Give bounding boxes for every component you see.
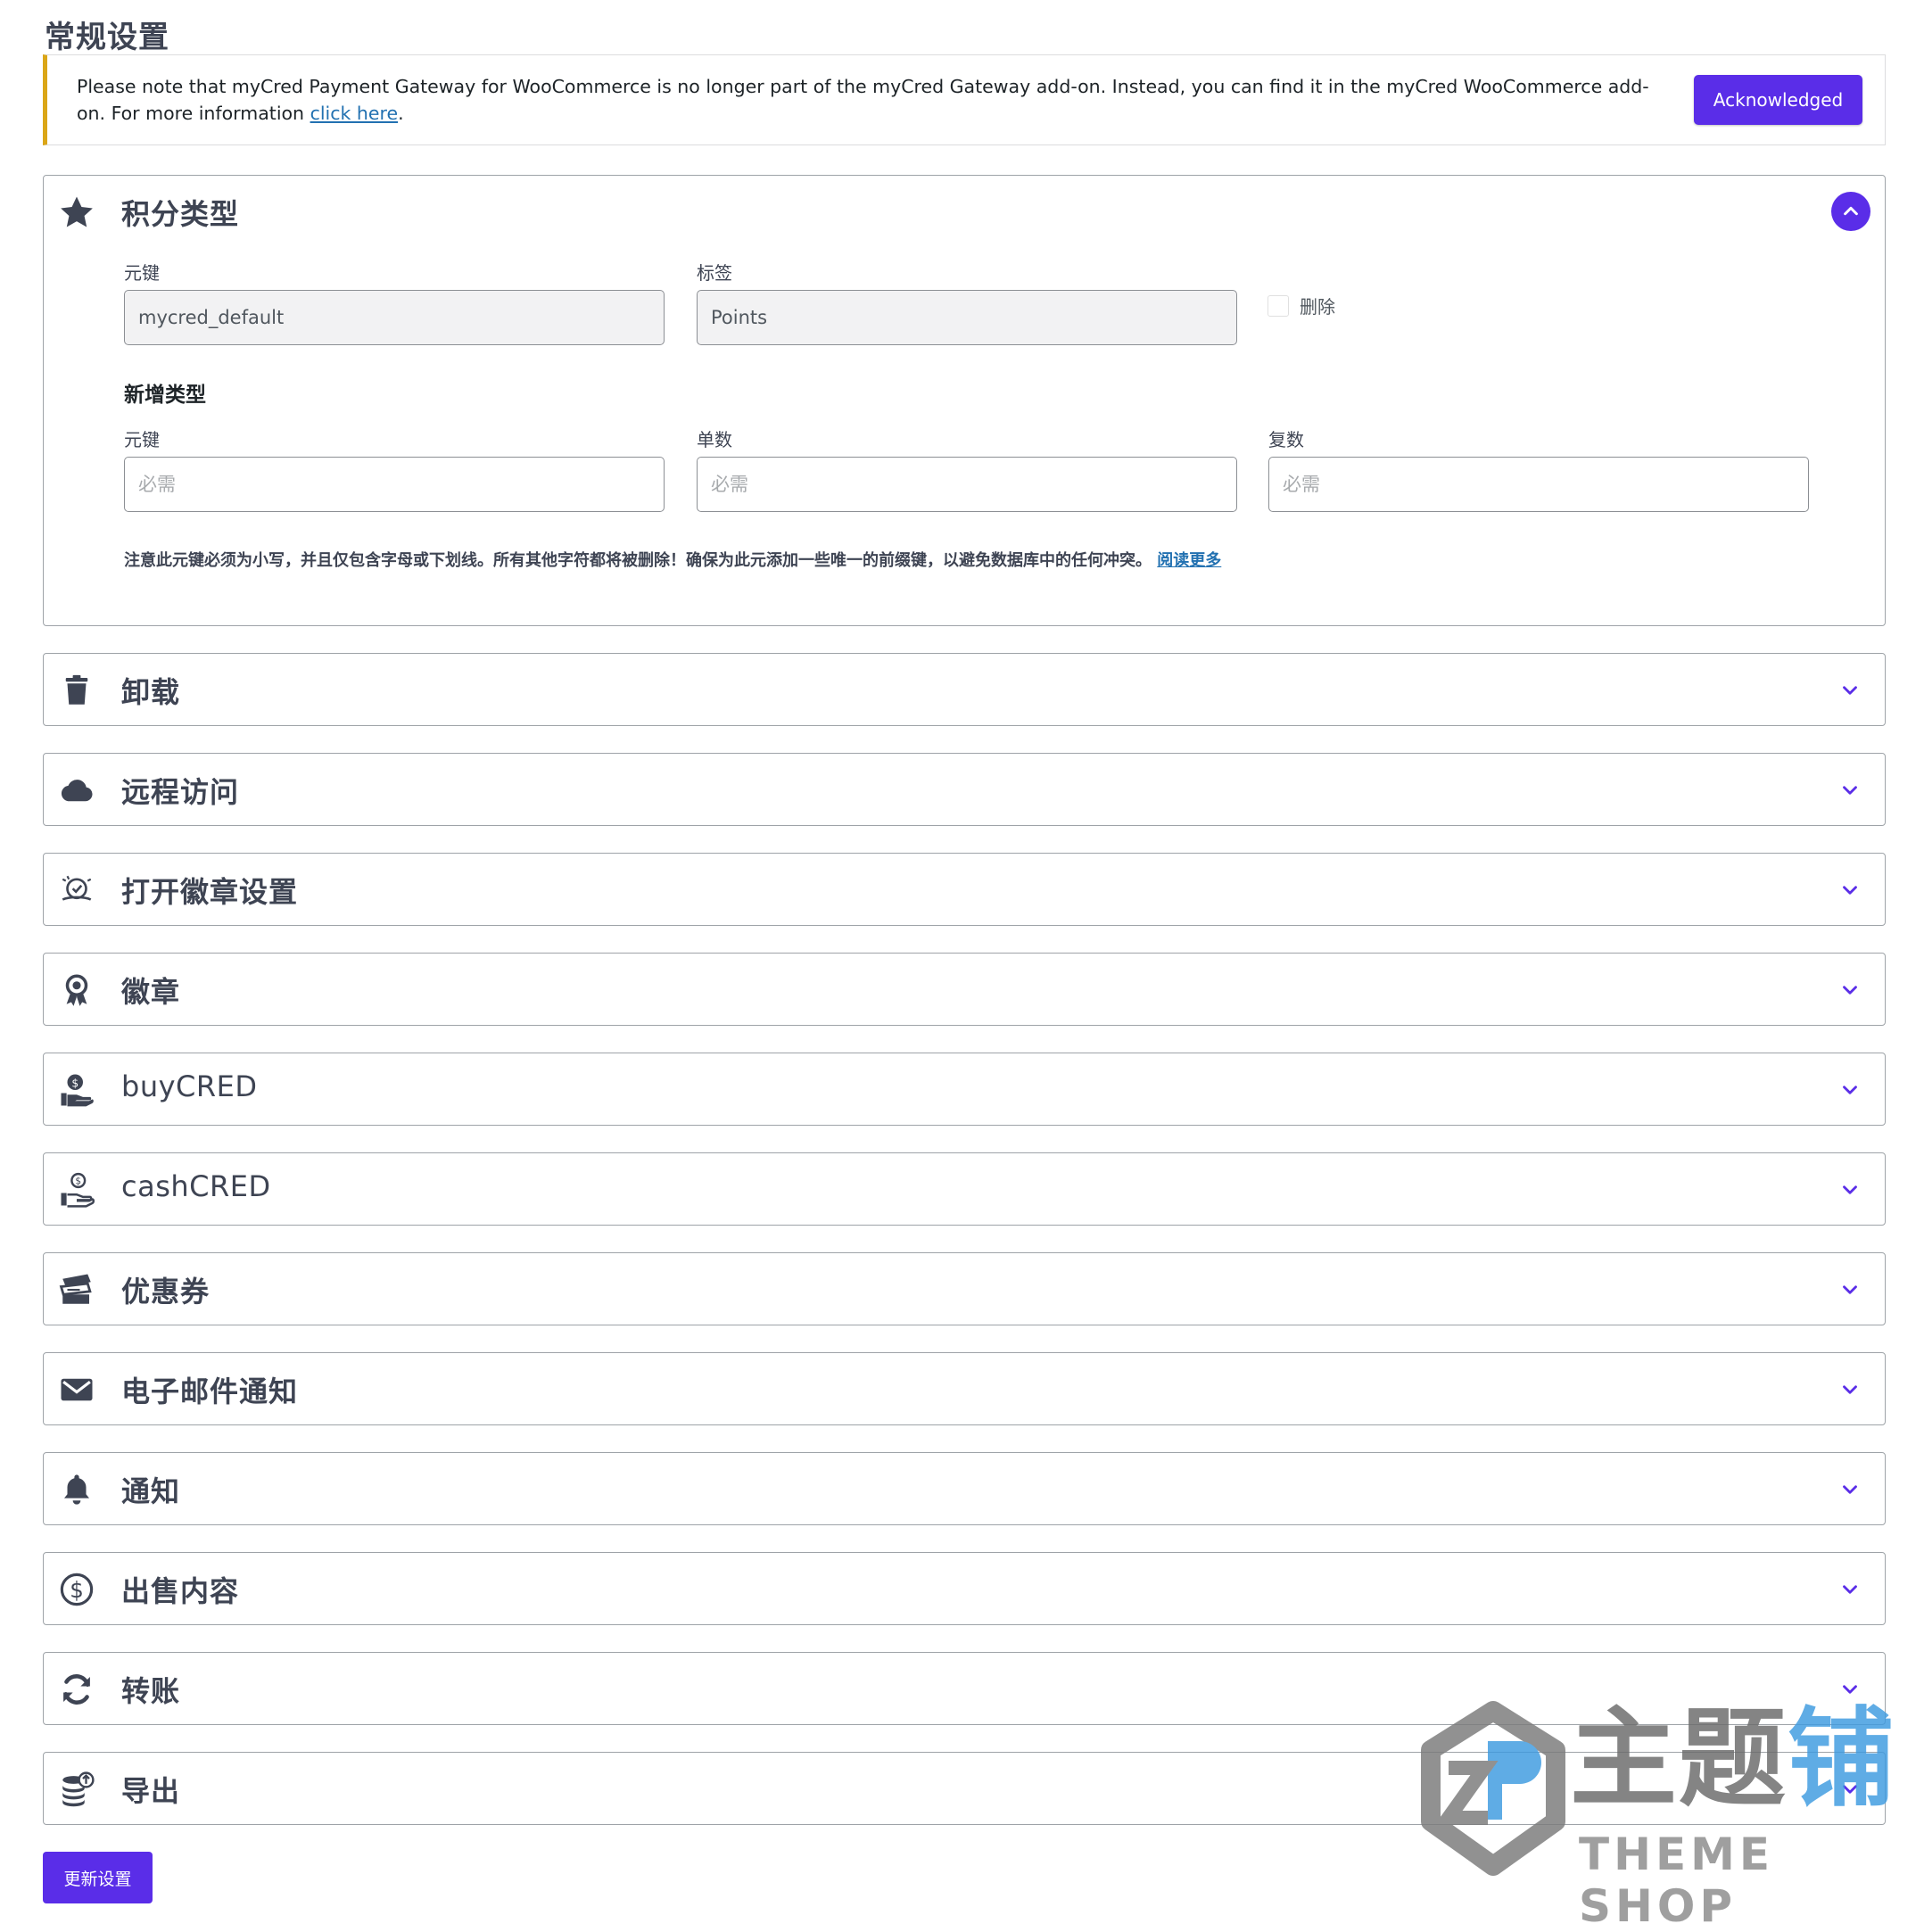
panel-title: 出售内容 [121, 1574, 240, 1608]
panel-title: 导出 [121, 1774, 181, 1808]
envelope-icon [58, 1371, 95, 1408]
chevron-down-icon[interactable] [1838, 1578, 1862, 1601]
star-icon [58, 194, 95, 231]
panel-title: 电子邮件通知 [121, 1375, 299, 1408]
notice-link[interactable]: click here [310, 103, 399, 124]
deprecation-notice: Please note that myCred Payment Gateway … [43, 54, 1886, 145]
chevron-down-icon[interactable] [1838, 779, 1862, 802]
buy-cred-icon: $ [58, 1071, 95, 1109]
chevron-down-icon[interactable] [1838, 879, 1862, 902]
chevron-down-icon[interactable] [1838, 1378, 1862, 1401]
transfer-icon [58, 1671, 95, 1708]
chevron-down-icon[interactable] [1838, 978, 1862, 1002]
plural-field[interactable] [1268, 457, 1809, 512]
cash-cred-icon: $ [58, 1171, 95, 1209]
delete-label: 删除 [1300, 296, 1335, 318]
chevron-up-icon[interactable] [1831, 192, 1870, 231]
panel-coupons[interactable]: 优惠券 [43, 1252, 1886, 1325]
acknowledged-button[interactable]: Acknowledged [1694, 75, 1862, 125]
chevron-down-icon[interactable] [1838, 1278, 1862, 1301]
read-more-link[interactable]: 阅读更多 [1157, 551, 1221, 570]
panel-title: 徽章 [121, 975, 181, 1009]
panel-notifications[interactable]: 通知 [43, 1452, 1886, 1525]
panel-uninstall[interactable]: 卸载 [43, 653, 1886, 726]
update-settings-button[interactable]: 更新设置 [43, 1852, 153, 1903]
panel-title: 积分类型 [121, 197, 240, 231]
new-meta-key-field[interactable] [124, 457, 665, 512]
panel-header-point-types[interactable]: 积分类型 [44, 176, 1885, 247]
panel-sell-content[interactable]: $ 出售内容 [43, 1552, 1886, 1625]
chevron-down-icon[interactable] [1838, 1778, 1862, 1801]
panel-title: 远程访问 [121, 775, 240, 809]
chevron-down-icon[interactable] [1838, 1678, 1862, 1701]
label-label: 标签 [697, 262, 732, 284]
watermark-en: THEME SHOP [1579, 1829, 1775, 1932]
panel-title: 打开徽章设置 [121, 875, 299, 909]
panel-title: 卸载 [121, 675, 181, 709]
panel-export[interactable]: 导出 [43, 1752, 1886, 1825]
svg-text:$: $ [71, 1077, 78, 1090]
panel-cashcred[interactable]: $ cashCRED [43, 1152, 1886, 1226]
panel-buycred[interactable]: $ buyCRED [43, 1053, 1886, 1126]
svg-text:$: $ [70, 1577, 84, 1603]
new-type-title: 新增类型 [124, 384, 206, 407]
label-field[interactable] [697, 290, 1237, 345]
singular-field[interactable] [697, 457, 1237, 512]
plural-label: 复数 [1268, 429, 1304, 450]
trash-icon [58, 672, 95, 709]
dollar-icon: $ [58, 1571, 95, 1608]
panel-title: cashCRED [121, 1169, 271, 1203]
singular-label: 单数 [697, 429, 732, 450]
delete-checkbox[interactable] [1268, 295, 1289, 317]
chevron-down-icon[interactable] [1838, 1478, 1862, 1501]
panel-point-types: 积分类型 元键 标签 删除 新增类型 元键 单数 复数 注意此元键必须为小写，并… [43, 175, 1886, 626]
panel-email-notifications[interactable]: 电子邮件通知 [43, 1352, 1886, 1425]
notice-text: Please note that myCred Payment Gateway … [77, 73, 1656, 127]
notice-suffix: . [398, 103, 404, 124]
panel-open-badge[interactable]: 打开徽章设置 [43, 853, 1886, 926]
coupon-icon [58, 1271, 95, 1309]
panel-title: 优惠券 [121, 1275, 211, 1309]
meta-key-field[interactable] [124, 290, 665, 345]
page-title: 常规设置 [45, 20, 169, 55]
meta-key-label: 元键 [124, 262, 160, 284]
meta-key-note: 注意此元键必须为小写，并且仅包含字母或下划线。所有其他字符都将被删除！确保为此元… [124, 548, 1221, 571]
open-badge-icon [58, 871, 95, 909]
chevron-down-icon[interactable] [1838, 1078, 1862, 1102]
note-text: 注意此元键必须为小写，并且仅包含字母或下划线。所有其他字符都将被删除！确保为此元… [124, 551, 1152, 570]
chevron-down-icon[interactable] [1838, 1178, 1862, 1201]
new-meta-key-label: 元键 [124, 429, 160, 450]
export-icon [58, 1771, 95, 1808]
bell-icon [58, 1471, 95, 1508]
panel-title: 通知 [121, 1474, 181, 1508]
panel-badges[interactable]: 徽章 [43, 953, 1886, 1026]
panel-transfer[interactable]: 转账 [43, 1652, 1886, 1725]
svg-text:$: $ [75, 1177, 81, 1187]
chevron-down-icon[interactable] [1838, 679, 1862, 702]
award-icon [58, 971, 95, 1009]
panel-title: buyCRED [121, 1069, 258, 1103]
panel-title: 转账 [121, 1674, 181, 1708]
cloud-icon [58, 772, 95, 809]
panel-remote-access[interactable]: 远程访问 [43, 753, 1886, 826]
